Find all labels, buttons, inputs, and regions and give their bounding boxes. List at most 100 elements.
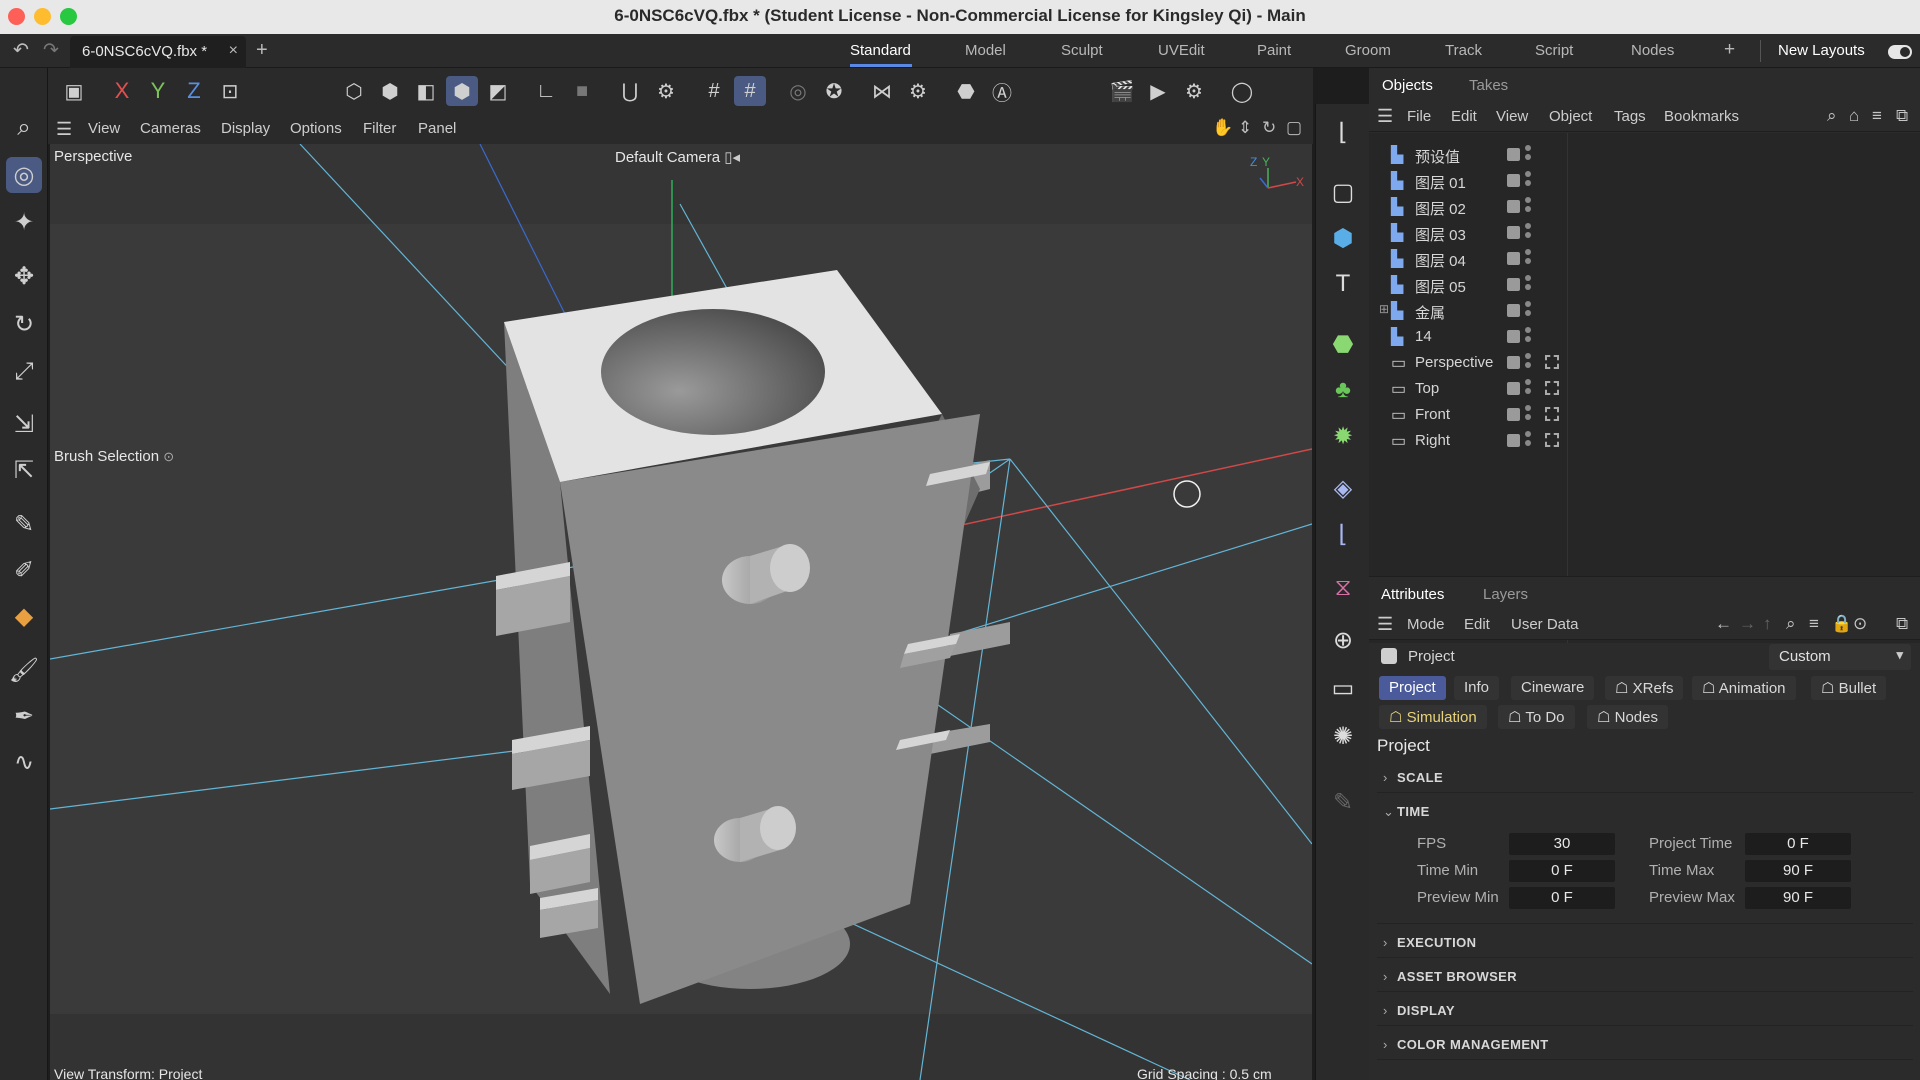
camera-label[interactable]: Default Camera ▯◂ xyxy=(615,148,740,166)
polygons-mode-icon[interactable]: ◧ xyxy=(410,76,442,106)
live-selection-icon[interactable]: ✦ xyxy=(6,204,42,240)
new-window-icon[interactable]: ⧉ xyxy=(1896,614,1908,634)
lock-icon[interactable]: 🔒 xyxy=(1831,614,1852,634)
cloner-icon[interactable]: ♣ xyxy=(1325,372,1361,408)
editor-render-dots[interactable] xyxy=(1525,171,1531,189)
chip-animation[interactable]: ☖ Animation xyxy=(1692,676,1796,700)
visibility-check[interactable] xyxy=(1507,330,1520,343)
orbit-view-icon[interactable]: ↻ xyxy=(1262,118,1276,138)
x-axis-lock-button[interactable]: X xyxy=(106,76,138,106)
tab-takes[interactable]: Takes xyxy=(1469,77,1508,94)
editor-render-dots[interactable] xyxy=(1525,301,1531,319)
list-item[interactable]: ▙ 14 xyxy=(1369,324,1920,350)
search-icon[interactable]: ⌕ xyxy=(1827,106,1837,126)
chip-to-do[interactable]: ☖ To Do xyxy=(1498,705,1575,729)
objects-menu-tags[interactable]: Tags xyxy=(1614,108,1646,125)
grid-snap-icon[interactable]: # xyxy=(698,76,730,106)
list-item[interactable]: ▙ 图层 04 xyxy=(1369,246,1920,272)
volume-icon[interactable]: ⌊ xyxy=(1325,516,1361,552)
dolly-view-icon[interactable]: ⇕ xyxy=(1238,118,1252,138)
attributes-menu-mode[interactable]: Mode xyxy=(1407,616,1445,633)
new-layouts-toggle[interactable] xyxy=(1888,45,1912,59)
group-execution[interactable]: › EXECUTION xyxy=(1383,935,1476,950)
soft-selection-icon[interactable]: ◎ xyxy=(782,76,814,106)
3d-viewport[interactable]: Z Y X Perspective Default Camera ▯◂ Brus… xyxy=(50,144,1312,1080)
snap-icon[interactable]: ⋃ xyxy=(614,76,646,106)
symmetry-icon[interactable]: ⋈ xyxy=(866,76,898,106)
visibility-check[interactable] xyxy=(1507,434,1520,447)
cube-primitive-icon[interactable]: ⬢ xyxy=(1325,220,1361,256)
tab-layers[interactable]: Layers xyxy=(1483,586,1528,603)
dope-sheet-icon[interactable]: ▣ xyxy=(58,76,90,106)
chip-bullet[interactable]: ☖ Bullet xyxy=(1811,676,1887,700)
camera-tag-icon[interactable] xyxy=(1545,381,1559,395)
uv-mode-icon[interactable]: ◩ xyxy=(482,76,514,106)
editor-render-dots[interactable] xyxy=(1525,327,1531,345)
texture-mode-icon[interactable]: ■ xyxy=(566,76,598,106)
scale-tool-icon[interactable]: ⤢ xyxy=(6,354,42,390)
chip-info[interactable]: Info xyxy=(1454,676,1500,700)
snap-settings-icon[interactable]: ⚙ xyxy=(650,76,682,106)
editor-render-dots[interactable] xyxy=(1525,431,1531,449)
editor-render-dots[interactable] xyxy=(1525,379,1531,397)
brush-icon[interactable]: 🖌 xyxy=(6,652,42,688)
text-spline-icon[interactable]: T xyxy=(1325,266,1361,302)
viewport-solo-icon[interactable]: ⬣ xyxy=(950,76,982,106)
viewport-menu-panel[interactable]: Panel xyxy=(418,120,456,137)
visibility-check[interactable] xyxy=(1507,148,1520,161)
visibility-check[interactable] xyxy=(1507,252,1520,265)
tool-settings-icon[interactable]: ⊙ xyxy=(163,449,174,464)
redo-icon[interactable]: ↷ xyxy=(38,39,64,63)
snap-move-icon[interactable]: ⇱ xyxy=(6,452,42,488)
edges-mode-icon[interactable]: ⬢ xyxy=(374,76,406,106)
editor-render-dots[interactable] xyxy=(1525,405,1531,423)
editor-render-dots[interactable] xyxy=(1525,197,1531,215)
viewport-menu-display[interactable]: Display xyxy=(221,120,270,137)
z-axis-lock-button[interactable]: Z xyxy=(178,76,210,106)
list-item[interactable]: ▙ 预设值 xyxy=(1369,142,1920,168)
chip-simulation[interactable]: ☖ Simulation xyxy=(1379,705,1487,729)
y-axis-lock-button[interactable]: Y xyxy=(142,76,174,106)
objects-menu-view[interactable]: View xyxy=(1496,108,1528,125)
undo-icon[interactable]: ↶ xyxy=(8,39,34,63)
group-time[interactable]: ⌄ TIME xyxy=(1383,804,1430,820)
new-document-tab-button[interactable]: + xyxy=(256,39,268,62)
editor-render-dots[interactable] xyxy=(1525,249,1531,267)
visibility-check[interactable] xyxy=(1507,278,1520,291)
objects-menu-edit[interactable]: Edit xyxy=(1451,108,1477,125)
visibility-check[interactable] xyxy=(1507,200,1520,213)
spline-sketch-icon[interactable]: ✐ xyxy=(6,552,42,588)
axis-mode-icon[interactable]: ∟ xyxy=(530,76,562,106)
points-mode-icon[interactable]: ⬡ xyxy=(338,76,370,106)
chip-cineware[interactable]: Cineware xyxy=(1511,676,1595,700)
viewport-menu-filter[interactable]: Filter xyxy=(363,120,396,137)
layout-tab-groom[interactable]: Groom xyxy=(1345,42,1391,59)
new-window-icon[interactable]: ⧉ xyxy=(1896,106,1908,126)
visibility-check[interactable] xyxy=(1507,382,1520,395)
workplane-icon[interactable]: # xyxy=(734,76,766,106)
layout-tab-nodes[interactable]: Nodes xyxy=(1631,42,1674,59)
viewport-menu-cameras[interactable]: Cameras xyxy=(140,120,201,137)
editor-render-dots[interactable] xyxy=(1525,145,1531,163)
time-min-field[interactable]: 0 F xyxy=(1509,860,1615,882)
viewport-hamburger-icon[interactable]: ☰ xyxy=(56,119,72,140)
pan-view-icon[interactable]: ✋ xyxy=(1212,118,1233,138)
chip-nodes[interactable]: ☖ Nodes xyxy=(1587,705,1668,729)
visibility-check[interactable] xyxy=(1507,226,1520,239)
objects-menu-file[interactable]: File xyxy=(1407,108,1431,125)
subdivision-icon[interactable]: ⬣ xyxy=(1325,326,1361,362)
objects-menu-bookmarks[interactable]: Bookmarks xyxy=(1664,108,1739,125)
layout-tab-track[interactable]: Track xyxy=(1445,42,1482,59)
expand-icon[interactable]: ⊞ xyxy=(1379,302,1389,316)
document-tab[interactable]: 6-0NSC6cVQ.fbx * × xyxy=(70,36,246,68)
rotate-tool-icon[interactable]: ↻ xyxy=(6,306,42,342)
editor-render-dots[interactable] xyxy=(1525,223,1531,241)
editor-render-dots[interactable] xyxy=(1525,353,1531,371)
add-layout-button[interactable]: + xyxy=(1724,39,1735,61)
layout-tab-model[interactable]: Model xyxy=(965,42,1006,59)
transfer-tool-icon[interactable]: ⇲ xyxy=(6,406,42,442)
render-picture-viewer-icon[interactable]: ▶ xyxy=(1142,76,1174,106)
layout-tab-uvedit[interactable]: UVEdit xyxy=(1158,42,1205,59)
list-item[interactable]: ▭ Right xyxy=(1369,428,1920,454)
layout-tab-script[interactable]: Script xyxy=(1535,42,1573,59)
